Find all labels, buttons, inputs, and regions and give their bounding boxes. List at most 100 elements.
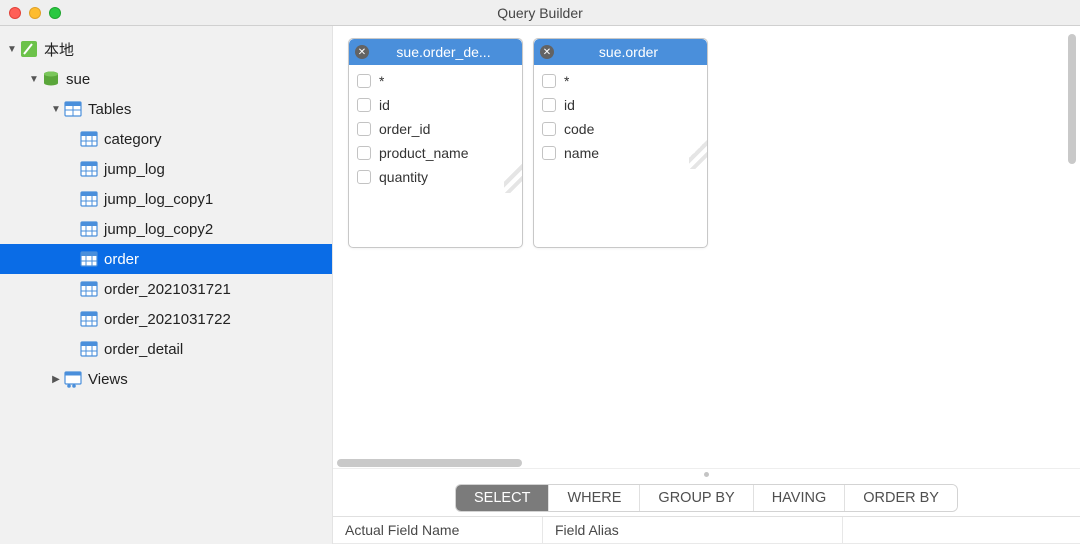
column-row[interactable]: *: [349, 69, 522, 93]
tables-icon: [64, 100, 82, 118]
object-tree: ▼ 本地 ▼ sue ▼ Tables: [0, 26, 332, 394]
fields-grid-header: Actual Field Name Field Alias: [333, 516, 1080, 544]
table-box-order[interactable]: ✕ sue.order * id code name: [533, 38, 708, 248]
scrollbar-thumb[interactable]: [337, 459, 522, 467]
horizontal-scrollbar[interactable]: [333, 458, 1080, 468]
tree-label: jump_log_copy1: [104, 191, 213, 208]
chevron-down-icon[interactable]: ▼: [50, 104, 62, 115]
table-box-header[interactable]: ✕ sue.order: [534, 39, 707, 65]
tree-table-item[interactable]: category: [0, 124, 332, 154]
close-icon[interactable]: ✕: [355, 45, 369, 59]
content-pane: ✕ sue.order_de... * id order_id product_…: [333, 26, 1080, 544]
pane-divider[interactable]: [333, 468, 1080, 480]
resize-handle[interactable]: [689, 129, 707, 169]
designer-canvas-wrap: ✕ sue.order_de... * id order_id product_…: [333, 26, 1080, 468]
vertical-scrollbar[interactable]: [1068, 34, 1076, 164]
tree-label: sue: [66, 71, 90, 88]
table-icon: [80, 160, 98, 178]
tab-order-by[interactable]: ORDER BY: [845, 485, 957, 511]
column-label: name: [564, 145, 599, 161]
clause-tabs: SELECT WHERE GROUP BY HAVING ORDER BY: [333, 480, 1080, 516]
column-label: id: [379, 97, 390, 113]
table-icon: [80, 340, 98, 358]
table-box-title: sue.order_de...: [375, 44, 516, 60]
tree-table-item[interactable]: order_2021031722: [0, 304, 332, 334]
checkbox[interactable]: [542, 122, 556, 136]
tree-label: order: [104, 251, 139, 268]
table-box-title: sue.order: [560, 44, 701, 60]
grip-icon: [704, 472, 709, 477]
checkbox[interactable]: [357, 170, 371, 184]
tree-table-item[interactable]: order: [0, 244, 332, 274]
tree-label: Tables: [88, 101, 131, 118]
tree-label: category: [104, 131, 162, 148]
column-row[interactable]: order_id: [349, 117, 522, 141]
checkbox[interactable]: [542, 146, 556, 160]
checkbox[interactable]: [357, 122, 371, 136]
table-icon: [80, 280, 98, 298]
checkbox[interactable]: [357, 74, 371, 88]
chevron-down-icon[interactable]: ▼: [28, 74, 40, 85]
column-label: quantity: [379, 169, 428, 185]
column-row[interactable]: code: [534, 117, 707, 141]
checkbox[interactable]: [357, 98, 371, 112]
tab-having[interactable]: HAVING: [754, 485, 846, 511]
minimize-window-button[interactable]: [29, 7, 41, 19]
table-box-header[interactable]: ✕ sue.order_de...: [349, 39, 522, 65]
tree-connection[interactable]: ▼ 本地: [0, 34, 332, 64]
tab-select[interactable]: SELECT: [456, 485, 549, 511]
table-icon: [80, 130, 98, 148]
column-label: order_id: [379, 121, 430, 137]
table-box-order-detail[interactable]: ✕ sue.order_de... * id order_id product_…: [348, 38, 523, 248]
tree-table-item[interactable]: order_detail: [0, 334, 332, 364]
table-box-columns: * id code name: [534, 65, 707, 169]
chevron-down-icon[interactable]: ▼: [6, 44, 18, 55]
column-row[interactable]: name: [534, 141, 707, 165]
tab-where[interactable]: WHERE: [549, 485, 640, 511]
connection-icon: [20, 40, 38, 58]
maximize-window-button[interactable]: [49, 7, 61, 19]
bottom-pane: SELECT WHERE GROUP BY HAVING ORDER BY Ac…: [333, 480, 1080, 544]
close-icon[interactable]: ✕: [540, 45, 554, 59]
tree-label: order_2021031722: [104, 311, 231, 328]
column-row[interactable]: quantity: [349, 165, 522, 189]
table-icon: [80, 220, 98, 238]
tree-label: jump_log: [104, 161, 165, 178]
titlebar: Query Builder: [0, 0, 1080, 26]
column-row[interactable]: product_name: [349, 141, 522, 165]
tree-label: order_2021031721: [104, 281, 231, 298]
tree-database[interactable]: ▼ sue: [0, 64, 332, 94]
column-label: *: [379, 73, 384, 89]
database-icon: [42, 70, 60, 88]
close-window-button[interactable]: [9, 7, 21, 19]
tree-views-folder[interactable]: ▶ Views: [0, 364, 332, 394]
chevron-right-icon[interactable]: ▶: [50, 374, 62, 385]
column-row[interactable]: *: [534, 69, 707, 93]
sidebar: ▼ 本地 ▼ sue ▼ Tables: [0, 26, 333, 544]
tab-group-by[interactable]: GROUP BY: [640, 485, 753, 511]
window-title: Query Builder: [0, 5, 1080, 21]
column-row[interactable]: id: [349, 93, 522, 117]
segmented-control: SELECT WHERE GROUP BY HAVING ORDER BY: [455, 484, 958, 512]
column-label: *: [564, 73, 569, 89]
table-icon: [80, 310, 98, 328]
tree-table-item[interactable]: jump_log_copy2: [0, 214, 332, 244]
checkbox[interactable]: [542, 74, 556, 88]
table-icon: [80, 250, 98, 268]
resize-handle[interactable]: [504, 153, 522, 193]
tree-label: order_detail: [104, 341, 183, 358]
column-row[interactable]: id: [534, 93, 707, 117]
column-label: code: [564, 121, 594, 137]
grid-column-actual-field[interactable]: Actual Field Name: [333, 517, 543, 543]
main-layout: ▼ 本地 ▼ sue ▼ Tables: [0, 26, 1080, 544]
tree-table-item[interactable]: order_2021031721: [0, 274, 332, 304]
table-box-columns: * id order_id product_name quantity: [349, 65, 522, 193]
checkbox[interactable]: [357, 146, 371, 160]
tree-table-item[interactable]: jump_log: [0, 154, 332, 184]
designer-canvas[interactable]: ✕ sue.order_de... * id order_id product_…: [333, 26, 1080, 468]
checkbox[interactable]: [542, 98, 556, 112]
tree-tables-folder[interactable]: ▼ Tables: [0, 94, 332, 124]
grid-column-field-alias[interactable]: Field Alias: [543, 517, 843, 543]
traffic-lights: [0, 7, 61, 19]
tree-table-item[interactable]: jump_log_copy1: [0, 184, 332, 214]
